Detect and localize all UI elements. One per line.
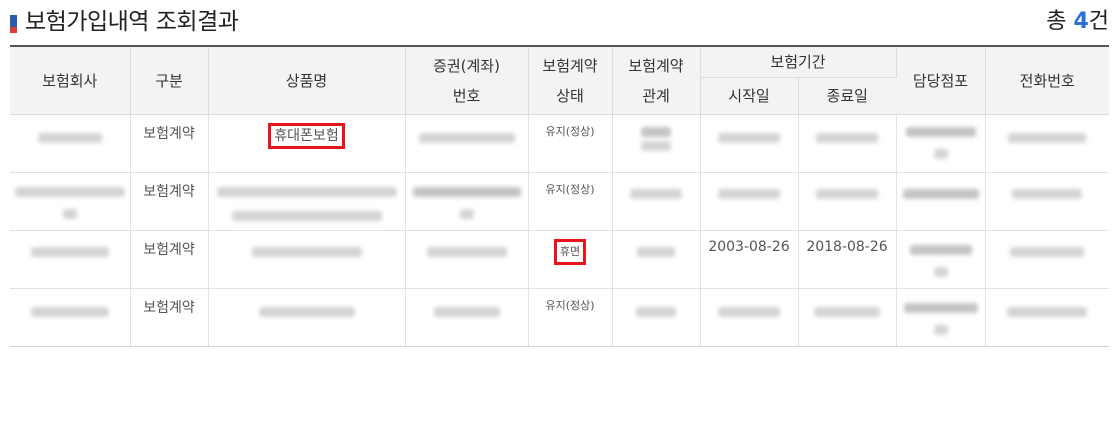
cell-contract-relation [612,288,701,347]
dormant-status-highlight: 휴면 [553,239,587,265]
cell-company [10,114,131,173]
insurance-results-table: 보험회사 구분 상품명 증권(계좌) 번호 보험계약 상태 보험계약 관계 보험기간 … [10,45,1110,347]
col-header-end-date: 종료일 [798,77,897,115]
cell-category: 보험계약 [130,114,209,173]
table-row: 보험계약 유지(정상) [10,172,1110,231]
cell-start-date [700,114,799,173]
table-row: 보험계약 휴면 2003-08-26 2018-08-26 [10,230,1110,289]
cell-product [208,230,406,289]
cell-category: 보험계약 [130,288,209,347]
cell-phone [985,172,1110,231]
title-marker-icon [10,15,17,33]
cell-contract-relation [612,114,701,173]
page-title: 보험가입내역 조회결과 [25,9,239,35]
cell-start-date [700,172,799,231]
total-count-number: 4 [1073,9,1089,34]
cell-category: 보험계약 [130,172,209,231]
cell-policy-no [405,230,529,289]
cell-category: 보험계약 [130,230,209,289]
cell-contract-status: 유지(정상) [528,172,613,231]
cell-phone [985,114,1110,173]
cell-company [10,288,131,347]
cell-branch [896,288,986,347]
col-header-period: 보험기간 [700,45,897,78]
page-header: 보험가입내역 조회결과 총 4건 [10,6,1109,38]
col-header-phone: 전화번호 [985,45,1110,115]
table-row: 보험계약 휴대폰보험 유지(정상) [10,114,1110,173]
cell-phone [985,230,1110,289]
cell-end-date [798,172,897,231]
cell-contract-status: 휴면 [528,230,613,289]
col-header-company: 보험회사 [10,45,131,115]
cell-policy-no [405,114,529,173]
table-row: 보험계약 유지(정상) [10,288,1110,347]
product-name-highlight: 휴대폰보험 [268,123,345,149]
col-header-contract-relation: 보험계약 관계 [612,45,701,115]
cell-branch [896,172,986,231]
cell-start-date: 2003-08-26 [700,230,799,289]
cell-phone [985,288,1110,347]
cell-contract-relation [612,230,701,289]
cell-end-date [798,288,897,347]
cell-start-date [700,288,799,347]
col-header-branch: 담당점포 [896,45,986,115]
cell-contract-status: 유지(정상) [528,114,613,173]
col-header-policy-no: 증권(계좌) 번호 [405,45,529,115]
col-header-category: 구분 [130,45,209,115]
cell-contract-status: 유지(정상) [528,288,613,347]
cell-company [10,230,131,289]
cell-contract-relation [612,172,701,231]
cell-company [10,172,131,231]
cell-product [208,172,406,231]
cell-end-date [798,114,897,173]
cell-branch [896,230,986,289]
cell-end-date: 2018-08-26 [798,230,897,289]
cell-branch [896,114,986,173]
total-count: 총 4건 [1046,9,1109,34]
cell-product: 휴대폰보험 [208,114,406,173]
cell-product [208,288,406,347]
cell-policy-no [405,172,529,231]
cell-policy-no [405,288,529,347]
col-header-product: 상품명 [208,45,406,115]
col-header-start-date: 시작일 [700,77,799,115]
col-header-contract-status: 보험계약 상태 [528,45,613,115]
